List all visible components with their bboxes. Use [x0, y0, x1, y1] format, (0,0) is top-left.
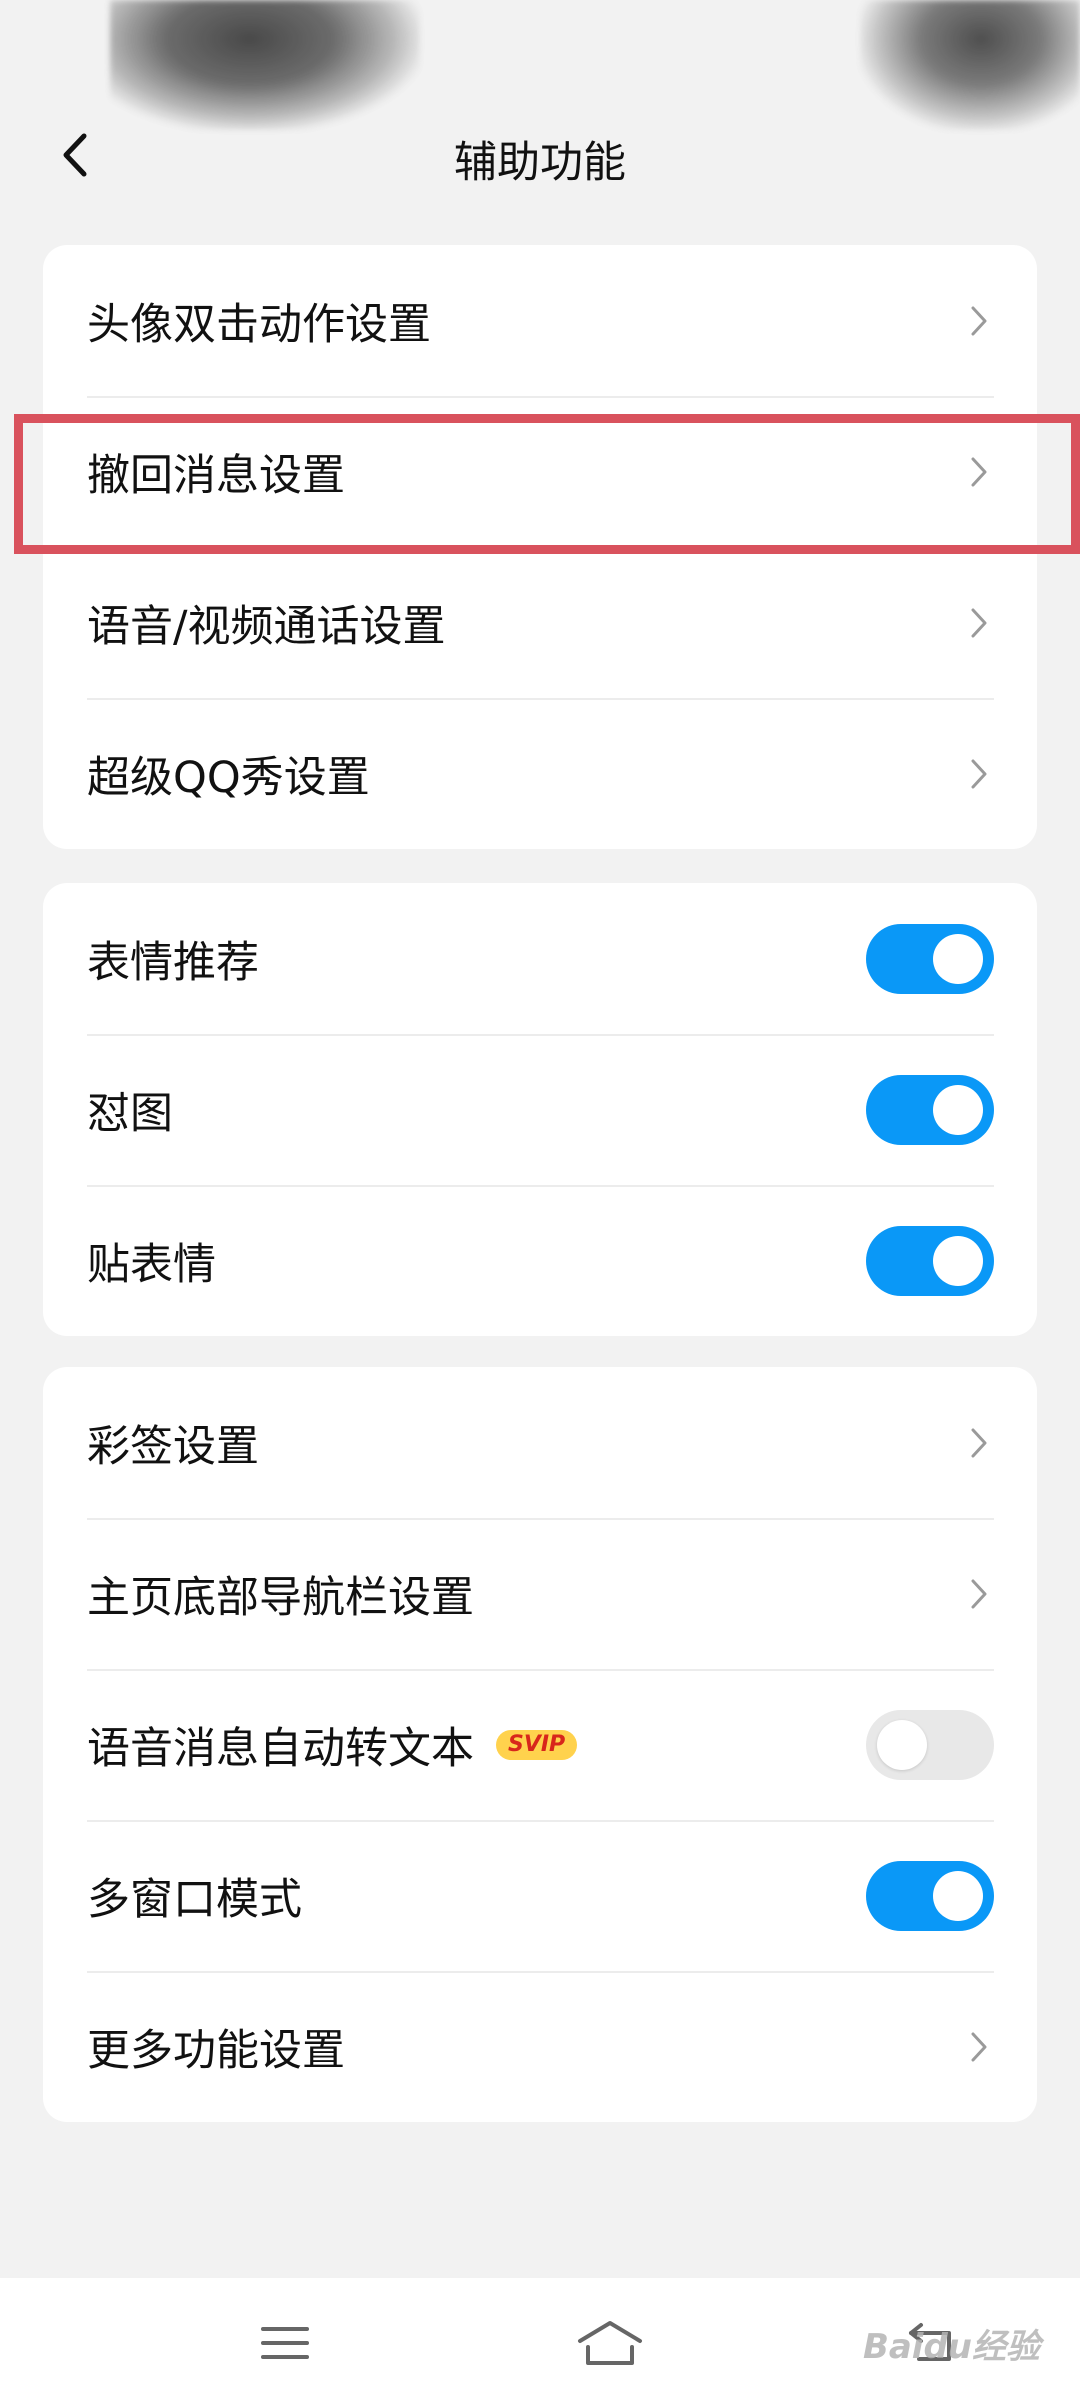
settings-card-2: 表情推荐 怼图 贴表情 — [43, 883, 1037, 1336]
sticker-toggle[interactable] — [866, 1225, 994, 1296]
header: 辅助功能 — [0, 100, 1080, 210]
watermark: Baidu经验 — [862, 2327, 1040, 2367]
chevron-right-icon — [964, 603, 994, 643]
row-label: 语音消息自动转文本 SVIP — [87, 1714, 866, 1776]
settings-row-dui-tu: 怼图 — [43, 1034, 1037, 1185]
settings-row-recall-message[interactable]: 撤回消息设置 — [43, 396, 1037, 547]
settings-card-1: 头像双击动作设置 撤回消息设置 语音/视频通话设置 超级QQ秀设置 — [43, 245, 1037, 849]
toggle-knob — [933, 1084, 983, 1135]
settings-row-multi-window: 多窗口模式 — [43, 1820, 1037, 1971]
settings-row-voice-to-text: 语音消息自动转文本 SVIP — [43, 1669, 1037, 1820]
home-icon — [578, 2321, 642, 2365]
svip-badge: SVIP — [496, 1729, 578, 1760]
chevron-right-icon — [964, 1574, 994, 1614]
row-label: 撤回消息设置 — [87, 450, 345, 501]
row-label: 更多功能设置 — [87, 2025, 345, 2076]
settings-row-more-features[interactable]: 更多功能设置 — [43, 1971, 1037, 2122]
row-label: 表情推荐 — [87, 937, 259, 988]
row-label-text: 语音消息自动转文本 — [87, 1723, 474, 1774]
settings-row-sticker: 贴表情 — [43, 1185, 1037, 1336]
settings-card-3: 彩签设置 主页底部导航栏设置 语音消息自动转文本 SVIP 多窗口模式 更多功能… — [43, 1367, 1037, 2122]
settings-row-bottom-nav[interactable]: 主页底部导航栏设置 — [43, 1518, 1037, 1669]
toggle-knob — [933, 933, 983, 984]
dui-tu-toggle[interactable] — [866, 1074, 994, 1145]
menu-button[interactable] — [240, 2308, 330, 2378]
row-label: 彩签设置 — [87, 1421, 259, 1472]
row-label: 贴表情 — [87, 1239, 216, 1290]
chevron-right-icon — [964, 754, 994, 794]
emoji-recommend-toggle[interactable] — [866, 923, 994, 994]
row-label: 怼图 — [87, 1088, 173, 1139]
chevron-right-icon — [964, 2027, 994, 2067]
voice-to-text-toggle[interactable] — [866, 1709, 994, 1780]
home-button[interactable] — [565, 2308, 655, 2378]
page-title: 辅助功能 — [454, 138, 626, 188]
chevron-right-icon — [964, 452, 994, 492]
settings-row-voice-video-call[interactable]: 语音/视频通话设置 — [43, 547, 1037, 698]
row-label: 语音/视频通话设置 — [87, 601, 446, 652]
multi-window-toggle[interactable] — [866, 1860, 994, 1931]
settings-row-avatar-double-click[interactable]: 头像双击动作设置 — [43, 245, 1037, 396]
chevron-right-icon — [964, 1423, 994, 1463]
row-label: 主页底部导航栏设置 — [87, 1572, 474, 1623]
settings-row-emoji-recommend: 表情推荐 — [43, 883, 1037, 1034]
toggle-knob — [877, 1719, 927, 1770]
toggle-knob — [933, 1235, 983, 1286]
menu-icon — [261, 2327, 309, 2359]
toggle-knob — [933, 1870, 983, 1921]
row-label: 头像双击动作设置 — [87, 299, 431, 350]
settings-row-color-tag[interactable]: 彩签设置 — [43, 1367, 1037, 1518]
row-label: 多窗口模式 — [87, 1874, 302, 1925]
settings-row-super-qq-show[interactable]: 超级QQ秀设置 — [43, 698, 1037, 849]
row-label: 超级QQ秀设置 — [87, 752, 370, 803]
chevron-right-icon — [964, 301, 994, 341]
